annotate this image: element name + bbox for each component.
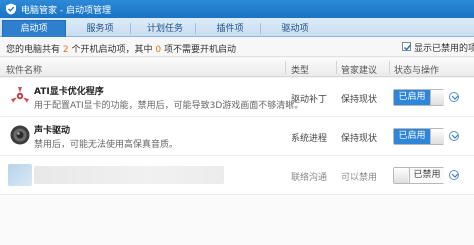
tab-service-items[interactable]: 服务项 [68, 20, 132, 37]
status-toggle[interactable]: 已禁用 [393, 167, 444, 184]
enabled-count: 2 [62, 45, 69, 55]
blurred-app-name [34, 166, 224, 184]
list-header: 软件名称 类型 管家建议 状态与操作 [0, 58, 474, 77]
speaker-icon [10, 125, 30, 145]
tab-bar: 启动项 服务项 计划任务 插件项 驱动项 [0, 18, 474, 37]
app-name: ATI显卡优化程序 [34, 87, 104, 97]
app-advice: 保持现状 [341, 134, 378, 144]
blurred-app-icon [8, 164, 32, 186]
show-disabled-label[interactable]: 显示已禁用的项 [414, 41, 474, 54]
show-disabled-checkbox[interactable] [402, 42, 412, 51]
app-description: 用于配置ATI显卡的功能，禁用后，可能导致3D游戏画面不够清晰。 [34, 101, 304, 111]
list-empty-area [0, 195, 474, 245]
window-title: 电脑管家 - 启动项管理 [21, 6, 111, 16]
status-toggle[interactable]: 已启用 [393, 128, 444, 145]
tab-driver-items[interactable]: 驱动项 [263, 20, 327, 37]
startup-item-row[interactable]: 联络沟通 可以禁用 已禁用 [0, 156, 474, 195]
app-advice: 保持现状 [341, 95, 378, 105]
startup-item-row[interactable]: 声卡驱动 禁用后，可能无法使用高保真音质。 系统进程 保持现状 已启用 [0, 117, 474, 156]
title-bar: 电脑管家 - 启动项管理 [0, 0, 474, 18]
chevron-down-icon[interactable] [449, 131, 459, 141]
startup-summary: 您的电脑共有 2 个开机启动项，其中 0 项不需要开机启动 [6, 42, 236, 55]
app-name: 声卡驱动 [34, 126, 71, 136]
toggle-knob [430, 90, 444, 105]
pc-manager-logo-icon [6, 3, 16, 15]
toggle-knob [394, 168, 408, 183]
summary-middle: 个开机启动项，其中 [71, 45, 153, 55]
status-enabled-label: 已启用 [394, 90, 430, 105]
status-enabled-label: 已启用 [394, 129, 430, 144]
status-disabled-label: 已禁用 [409, 168, 444, 183]
column-divider [285, 61, 286, 74]
chevron-down-icon[interactable] [449, 170, 459, 180]
summary-prefix: 您的电脑共有 [6, 45, 61, 55]
app-type: 联络沟通 [291, 173, 328, 183]
column-divider [389, 61, 390, 74]
checkmark-icon [404, 44, 412, 51]
ati-gpu-icon [11, 87, 29, 103]
column-divider [336, 61, 337, 74]
tab-scheduled-tasks[interactable]: 计划任务 [133, 20, 197, 37]
summary-bar: 您的电脑共有 2 个开机启动项，其中 0 项不需要开机启动 显示已禁用的项 [0, 37, 474, 57]
column-header-advice[interactable]: 管家建议 [341, 63, 377, 76]
app-advice: 可以禁用 [341, 173, 378, 183]
app-type: 系统进程 [291, 134, 328, 144]
toggle-knob [430, 129, 444, 144]
column-header-type[interactable]: 类型 [291, 63, 309, 76]
tab-plugin-items[interactable]: 插件项 [198, 20, 262, 37]
tab-startup-items[interactable]: 启动项 [2, 20, 66, 37]
skippable-count: 0 [155, 45, 162, 55]
column-header-name[interactable]: 软件名称 [6, 63, 42, 76]
status-toggle[interactable]: 已启用 [393, 89, 444, 106]
summary-suffix: 项不需要开机启动 [164, 45, 237, 55]
startup-item-row[interactable]: ATI显卡优化程序 用于配置ATI显卡的功能，禁用后，可能导致3D游戏画面不够清… [0, 78, 474, 117]
app-description: 禁用后，可能无法使用高保真音质。 [34, 140, 179, 150]
app-type: 驱动补丁 [291, 95, 328, 105]
chevron-down-icon[interactable] [449, 92, 459, 102]
column-header-status[interactable]: 状态与操作 [394, 63, 439, 76]
